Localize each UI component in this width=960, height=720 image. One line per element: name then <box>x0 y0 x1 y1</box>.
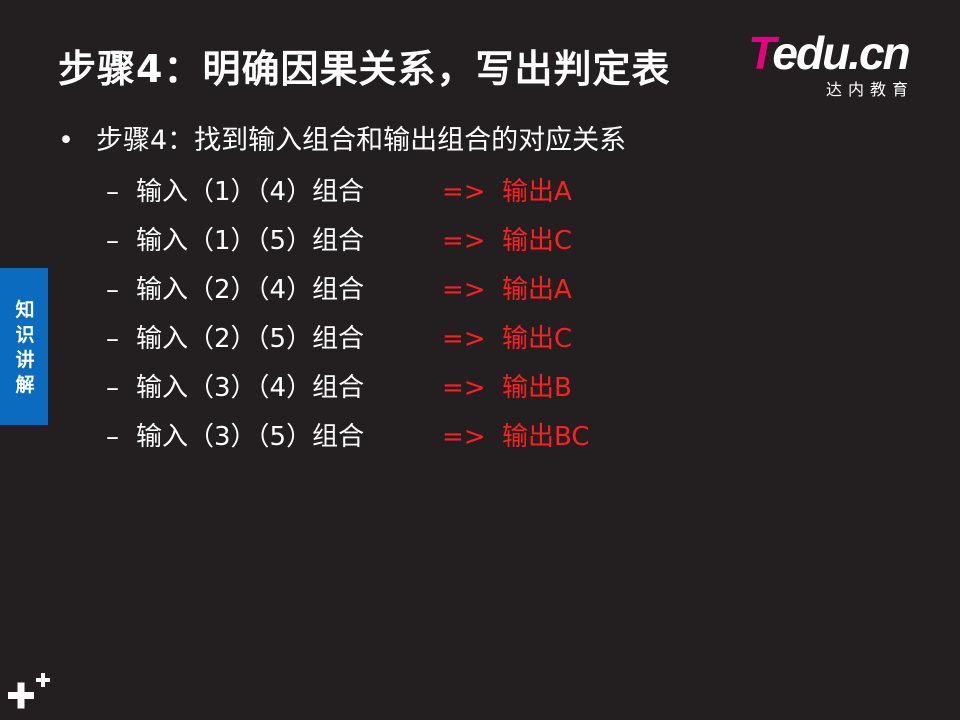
output-combo: 输出C <box>502 324 573 354</box>
slide-title: 步骤4：明确因果关系，写出判定表 <box>58 47 671 91</box>
dash-marker: – <box>106 275 119 305</box>
logo-wordmark: Tedu.cn <box>748 27 911 79</box>
mapping-row: – 输入（1）（5）组合 => 输出C <box>106 217 590 266</box>
mapping-row: – 输入（3）（5）组合 => 输出BC <box>106 413 590 462</box>
input-combo: 输入（1）（4）组合 <box>136 177 365 207</box>
tedu-logo: Tedu.cn 达内教育 <box>748 27 928 99</box>
logo-subtitle: 达内教育 <box>826 80 915 99</box>
mapping-row: – 输入（1）（4）组合 => 输出A <box>106 168 590 217</box>
mapping-row: – 输入（3）（4）组合 => 输出B <box>106 364 590 413</box>
dash-marker: – <box>106 373 119 403</box>
input-combo: 输入（1）（5）组合 <box>136 226 365 256</box>
arrow: => <box>442 324 486 354</box>
dash-marker: – <box>106 422 119 452</box>
input-combo: 输入（3）（5）组合 <box>136 422 365 452</box>
arrow: => <box>442 373 486 403</box>
output-combo: 输出BC <box>502 422 590 452</box>
mapping-row: – 输入（2）（5）组合 => 输出C <box>106 315 590 364</box>
side-tab-label: 知识讲解 <box>15 299 35 396</box>
arrow: => <box>442 226 486 256</box>
output-combo: 输出B <box>502 373 572 403</box>
dash-marker: – <box>106 226 119 256</box>
bullet-text: 步骤4：找到输入组合和输出组合的对应关系 <box>96 125 627 156</box>
side-tab-knowledge[interactable]: 知识讲解 <box>0 268 48 425</box>
dash-marker: – <box>106 177 119 207</box>
bullet-item: • 步骤4：找到输入组合和输出组合的对应关系 <box>58 118 626 157</box>
input-combo: 输入（2）（4）组合 <box>136 275 365 305</box>
arrow: => <box>442 177 486 207</box>
input-combo: 输入（3）（4）组合 <box>136 373 365 403</box>
dash-marker: – <box>106 324 119 354</box>
mapping-row: – 输入（2）（4）组合 => 输出A <box>106 266 590 315</box>
output-combo: 输出C <box>502 226 573 256</box>
bullet-dot: • <box>58 125 74 156</box>
arrow: => <box>442 275 486 305</box>
arrow: => <box>442 422 486 452</box>
output-combo: 输出A <box>502 275 572 305</box>
input-combo: 输入（2）（5）组合 <box>136 324 365 354</box>
output-combo: 输出A <box>502 177 572 207</box>
plus-icon <box>8 673 50 709</box>
mapping-list: – 输入（1）（4）组合 => 输出A – 输入（1）（5）组合 => 输出C – 输入（2）… <box>106 168 590 462</box>
